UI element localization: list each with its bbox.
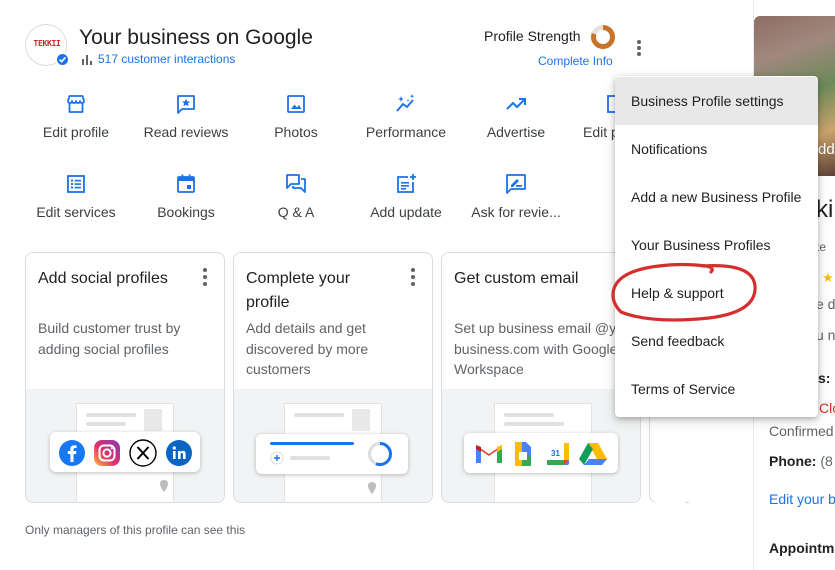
action-label: Performance (365, 124, 447, 140)
storefront-icon (64, 92, 88, 116)
action-label: Edit p (583, 124, 615, 140)
instagram-icon (94, 440, 120, 466)
menu-item-add-business-profile[interactable]: Add a new Business Profile (615, 173, 818, 221)
more-options-button[interactable] (629, 36, 649, 60)
menu-item-help-support[interactable]: Help & support (615, 269, 818, 317)
photo-caption: dd (818, 141, 835, 158)
action-performance[interactable]: Performance (351, 92, 461, 140)
social-illustration (26, 389, 224, 502)
action-q-and-a[interactable]: Q & A (241, 172, 351, 220)
card-add-social-profiles[interactable]: Add social profiles Build customer trust… (25, 252, 225, 503)
drive-icon (579, 443, 607, 465)
confirmed-label: Confirmed (769, 423, 834, 439)
appointments-label: Appointm (769, 540, 835, 556)
action-label: Edit profile (42, 124, 110, 140)
card-title: Get custom email (454, 270, 579, 287)
card-description: Add details and get discovered by more c… (246, 320, 369, 377)
menu-item-notifications[interactable]: Notifications (615, 125, 818, 173)
profile-strength-ring[interactable] (590, 24, 616, 50)
review-star-icon (174, 92, 198, 116)
docs-icon (515, 442, 531, 466)
options-menu: Business Profile settings Notifications … (615, 76, 818, 417)
action-label: Q & A (277, 204, 315, 220)
action-ask-for-reviews[interactable]: Ask for revie... (461, 172, 571, 220)
action-add-update[interactable]: Add update (351, 172, 461, 220)
facebook-icon (59, 440, 85, 466)
action-read-reviews[interactable]: Read reviews (131, 92, 241, 140)
customer-interactions-text: 517 customer interactions (98, 52, 236, 66)
linkedin-icon (166, 440, 192, 466)
action-edit-services[interactable]: Edit services (21, 172, 131, 220)
card-title: Complete your profile (246, 270, 351, 311)
calendar-icon: 31 (547, 443, 569, 465)
action-bookings[interactable]: Bookings (131, 172, 241, 220)
card-custom-email[interactable]: Get custom email Set up business email @… (441, 252, 641, 503)
customer-interactions-link[interactable]: 517 customer interactions (82, 52, 235, 66)
description-fragment-2: u n (816, 327, 835, 343)
list-icon (64, 172, 88, 196)
verified-icon (55, 52, 70, 67)
business-name-fragment: kii (816, 196, 835, 223)
profile-strength-label: Profile Strength (484, 28, 581, 44)
menu-item-terms-of-service[interactable]: Terms of Service (615, 365, 818, 413)
managers-footnote: Only managers of this profile can see th… (25, 523, 246, 537)
action-edit-products[interactable]: Edit p (571, 92, 615, 140)
card-description: Set up business email @your-business.com… (454, 320, 641, 377)
card-complete-profile[interactable]: Complete your profile Add details and ge… (233, 252, 433, 503)
post-add-icon (394, 172, 418, 196)
menu-item-your-business-profiles[interactable]: Your Business Profiles (615, 221, 818, 269)
forum-icon (284, 172, 308, 196)
action-label: Read reviews (143, 124, 229, 140)
edit-business-link[interactable]: Edit your b (769, 491, 835, 507)
page-title: Your business on Google (79, 26, 313, 49)
card-description: Build customer trust by adding social pr… (38, 320, 181, 357)
action-advertise[interactable]: Advertise (461, 92, 571, 140)
svg-text:31: 31 (551, 449, 560, 458)
action-edit-profile[interactable]: Edit profile (21, 92, 131, 140)
action-label: Ask for revie... (471, 204, 561, 220)
menu-item-send-feedback[interactable]: Send feedback (615, 317, 818, 365)
complete-info-link[interactable]: Complete Info (538, 54, 613, 68)
card-more-button[interactable] (410, 267, 416, 287)
card-more-button[interactable] (202, 267, 208, 287)
bar-chart-icon (82, 54, 92, 65)
edit-products-icon (604, 92, 615, 116)
action-label: Photos (274, 124, 318, 140)
action-label: Edit services (36, 204, 116, 220)
phone-row: Phone: (8 (769, 453, 833, 469)
phone-label: Phone: (769, 453, 817, 469)
description-fragment: e de (816, 296, 835, 312)
logo-text: TEKKII (33, 39, 61, 48)
profile-illustration (234, 389, 432, 502)
photo-icon (284, 92, 308, 116)
trending-up-icon (504, 92, 528, 116)
action-label: Bookings (157, 204, 215, 220)
rating-star-icon: ★ (822, 270, 834, 285)
phone-value: (8 (820, 453, 833, 469)
hours-status: Clo (819, 400, 835, 416)
x-icon (129, 439, 157, 467)
card-title: Add social profiles (38, 270, 168, 287)
menu-item-business-profile-settings[interactable]: Business Profile settings (615, 77, 818, 125)
hours-label: s: (818, 370, 831, 386)
action-label: Add update (370, 204, 442, 220)
calendar-icon (174, 172, 198, 196)
gmail-icon (476, 445, 502, 463)
action-photos[interactable]: Photos (241, 92, 351, 140)
action-label: Advertise (486, 124, 546, 140)
workspace-illustration: 31 (442, 389, 640, 502)
rate-review-icon (504, 172, 528, 196)
more-vert-icon (637, 40, 641, 56)
performance-sparkle-icon (394, 92, 418, 116)
